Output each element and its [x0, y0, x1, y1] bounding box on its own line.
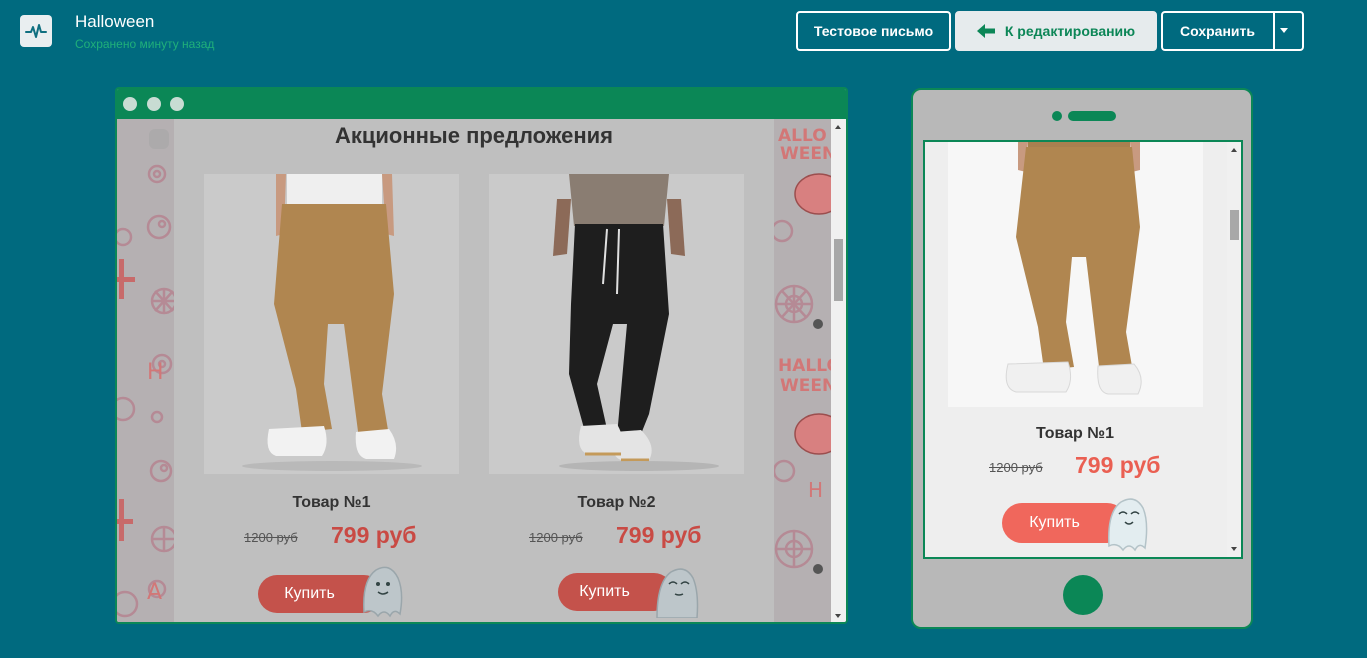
svg-text:HALLO: HALLO [778, 356, 833, 376]
scroll-down-icon[interactable] [1231, 547, 1237, 551]
saved-status: Сохранено минуту назад [75, 37, 215, 51]
product-2-old-price: 1200 руб [529, 530, 583, 545]
scroll-up-icon[interactable] [835, 125, 841, 129]
svg-text:H: H [808, 478, 823, 502]
svg-text:A: A [147, 580, 162, 605]
desktop-email-view[interactable]: H A Акционные предложения Товар №1 1200 … [117, 119, 833, 622]
window-dot-icon [147, 97, 161, 111]
window-titlebar [117, 89, 846, 119]
test-email-button[interactable]: Тестовое письмо [796, 11, 951, 51]
scroll-up-icon[interactable] [1231, 148, 1237, 152]
mobile-product-image [948, 142, 1203, 407]
halloween-pattern: H A [117, 119, 174, 622]
scrollbar-thumb[interactable] [1230, 210, 1239, 240]
document-title: Halloween [75, 12, 155, 31]
camera-dot-icon [1052, 111, 1062, 121]
scrollbar-thumb[interactable] [834, 239, 843, 301]
mobile-product-new-price: 799 руб [1075, 452, 1161, 478]
ghost-icon [356, 562, 406, 622]
product-1-new-price: 799 руб [331, 522, 417, 548]
save-divider [1273, 13, 1275, 49]
back-to-edit-label: К редактированию [1004, 23, 1136, 39]
svg-text:H: H [147, 360, 164, 385]
scroll-down-icon[interactable] [835, 614, 841, 618]
app-logo[interactable] [20, 15, 52, 47]
back-to-edit-button[interactable]: К редактированию [955, 11, 1157, 51]
mobile-product-name: Товар №1 [1035, 425, 1114, 442]
product-1-buy-label: Купить [284, 585, 335, 602]
product-1-old-price: 1200 руб [244, 530, 298, 545]
speaker-icon [1068, 111, 1116, 121]
halloween-pattern: ALLO WEEN HALLO WEEN [774, 119, 833, 622]
home-button-icon [1063, 575, 1103, 615]
test-email-label: Тестовое письмо [813, 23, 934, 39]
activity-pulse-icon [25, 24, 47, 38]
product-2-name: Товар №2 [577, 494, 656, 511]
email-content: Акционные предложения Товар №1 1200 руб … [174, 119, 774, 622]
product-2-buy-label: Купить [579, 583, 630, 600]
mobile-product-old-price: 1200 руб [989, 460, 1043, 475]
mobile-buy-label: Купить [1029, 514, 1080, 531]
desktop-preview-window: H A Акционные предложения Товар №1 1200 … [115, 87, 848, 624]
mobile-scrollbar[interactable] [1227, 142, 1241, 557]
product-1-image [204, 174, 459, 474]
svg-text:WEEN: WEEN [780, 144, 833, 164]
window-dot-icon [123, 97, 137, 111]
svg-text:WEEN: WEEN [780, 376, 833, 396]
ghost-icon [651, 562, 701, 622]
arrow-left-icon [976, 24, 995, 38]
mobile-preview-device: Товар №1 1200 руб 799 руб Купить [911, 88, 1253, 629]
product-2-new-price: 799 руб [616, 522, 702, 548]
caret-down-icon[interactable] [1280, 28, 1288, 33]
email-heading: Акционные предложения [334, 123, 614, 148]
save-label: Сохранить [1180, 23, 1255, 39]
save-button[interactable]: Сохранить [1161, 11, 1304, 51]
mobile-email-view[interactable]: Товар №1 1200 руб 799 руб Купить [923, 140, 1243, 559]
ghost-icon [1101, 492, 1151, 557]
window-dot-icon [170, 97, 184, 111]
product-1-name: Товар №1 [292, 494, 371, 511]
svg-text:ALLO: ALLO [778, 126, 827, 146]
product-2-image [489, 174, 744, 474]
desktop-scrollbar[interactable] [831, 119, 846, 622]
